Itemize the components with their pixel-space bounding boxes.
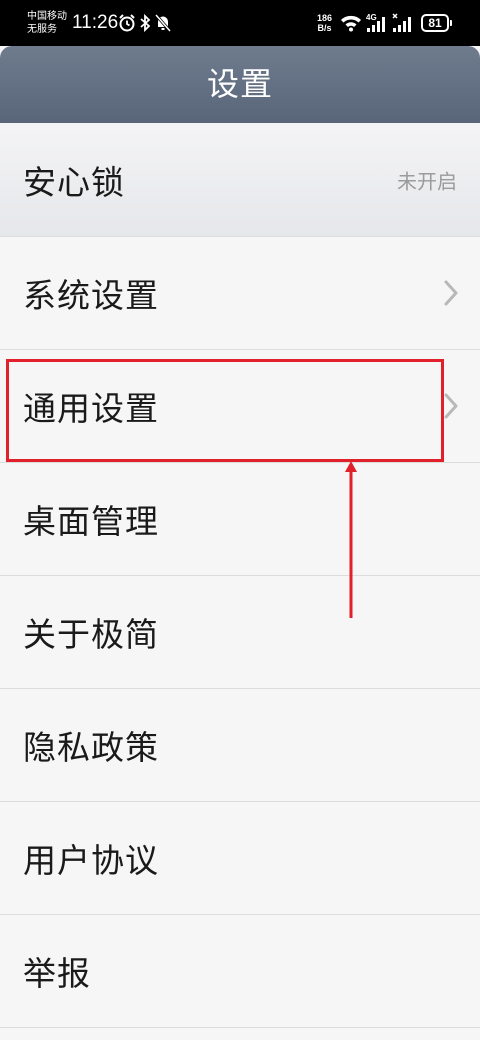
service-status: 无服务: [27, 24, 57, 35]
settings-sheet: 设置 安心锁 未开启 系统设置 通用设置 桌面管理 关于极简 隐私政策 用户协议…: [0, 46, 480, 1040]
wifi-icon: [341, 15, 361, 32]
menu-item-label: 桌面管理: [23, 502, 159, 541]
chevron-right-icon: [444, 280, 458, 306]
signal-icon: [367, 17, 385, 32]
carrier-name: 中国移动: [27, 11, 67, 22]
network-speed-value: 186: [317, 13, 333, 23]
menu-item-system-settings[interactable]: 系统设置: [0, 237, 480, 350]
clock: 11:26: [72, 12, 119, 33]
no-sim-icon: [392, 13, 411, 32]
bluetooth-icon: [140, 13, 151, 33]
menu-item-label: 安心锁: [23, 162, 125, 202]
menu-item-label: 用户协议: [23, 841, 159, 880]
chevron-right-icon: [444, 393, 458, 419]
menu-item-desktop-management[interactable]: 桌面管理: [0, 463, 480, 576]
menu-item-label: 通用设置: [23, 389, 159, 428]
menu-item-label: 举报: [23, 954, 91, 993]
menu-item-privacy-policy[interactable]: 隐私政策: [0, 689, 480, 802]
menu-item-label: 隐私政策: [23, 728, 159, 767]
menu-item-label: 系统设置: [23, 276, 159, 315]
menu-item-user-agreement[interactable]: 用户协议: [0, 802, 480, 915]
network-speed: 186 B/s: [317, 13, 332, 33]
mute-icon: [155, 14, 171, 32]
menu-item-report[interactable]: 举报: [0, 915, 480, 1028]
carrier-info: 中国移动 无服务: [27, 10, 67, 36]
menu-item-security-lock[interactable]: 安心锁 未开启: [0, 123, 480, 237]
battery-indicator: 81: [421, 14, 452, 32]
status-value: 未开启: [397, 169, 457, 193]
status-bar: 中国移动 无服务 11:26 186 B/s 4G 81: [0, 0, 480, 46]
page-title: 设置: [0, 46, 480, 123]
menu-item-label: 关于极简: [23, 615, 159, 654]
menu-item-general-settings[interactable]: 通用设置: [0, 350, 480, 463]
menu-item-about[interactable]: 关于极简: [0, 576, 480, 689]
alarm-icon: [119, 14, 135, 32]
network-speed-unit: B/s: [317, 23, 332, 33]
